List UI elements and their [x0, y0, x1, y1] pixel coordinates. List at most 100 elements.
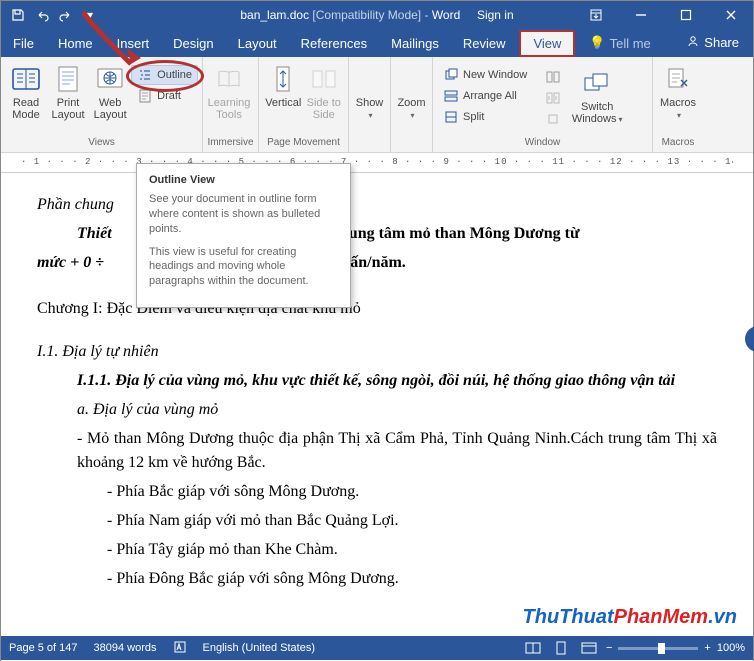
read-mode-button[interactable]: Read Mode: [5, 61, 47, 123]
ribbon: Read Mode Print Layout Web Layout Outlin…: [1, 57, 753, 153]
read-view-icon[interactable]: [522, 639, 544, 657]
switch-windows-button[interactable]: Switch Windows▾: [569, 65, 625, 127]
tab-review[interactable]: Review: [451, 30, 518, 57]
print-layout-button[interactable]: Print Layout: [47, 61, 89, 123]
tab-insert[interactable]: Insert: [105, 30, 162, 57]
close-icon[interactable]: [708, 1, 753, 29]
zoom-slider[interactable]: [618, 647, 698, 650]
status-right: − + 100%: [522, 639, 745, 657]
ribbon-options-icon[interactable]: [573, 1, 618, 29]
sign-in[interactable]: Sign in: [477, 8, 514, 22]
web-view-icon[interactable]: [578, 639, 600, 657]
doc-line: - Mỏ than Mông Dương thuộc địa phận Thị …: [37, 427, 717, 477]
doc-line: - Phía Nam giáp với mỏ than Bắc Quảng Lợ…: [37, 509, 717, 534]
chevron-down-icon: ▾: [618, 115, 622, 124]
qat-dropdown-icon[interactable]: ▾: [81, 6, 99, 24]
zoom-dropdown[interactable]: Zoom▾: [395, 61, 428, 123]
arrange-all-icon: [443, 88, 459, 104]
side-by-side-icon: [545, 69, 561, 85]
redo-icon[interactable]: [57, 6, 75, 24]
doc-line: I.1. Địa lý tự nhiên: [37, 340, 717, 365]
status-page[interactable]: Page 5 of 147: [9, 642, 78, 654]
tab-home[interactable]: Home: [46, 30, 105, 57]
split-button[interactable]: Split: [437, 107, 533, 127]
web-layout-icon: [94, 63, 126, 95]
group-views: Read Mode Print Layout Web Layout Outlin…: [1, 57, 203, 152]
doc-line: - Phía Bắc giáp với sông Mông Dương.: [37, 480, 717, 505]
print-view-icon[interactable]: [550, 639, 572, 657]
ruler[interactable]: · 1 · · · 2 · · · 3 · · · 4 · · · 5 · · …: [1, 153, 753, 173]
page: Phần chung Thiết khu trung tâm mỏ than M…: [1, 173, 753, 615]
zoom-out-icon[interactable]: −: [606, 642, 612, 654]
tooltip-title: Outline View: [149, 174, 338, 186]
arrange-all-button[interactable]: Arrange All: [437, 86, 533, 106]
macros-group-label: Macros: [653, 135, 703, 152]
side-to-side-button: Side to Side: [304, 61, 345, 123]
status-words[interactable]: 38094 words: [94, 642, 157, 654]
tab-file[interactable]: File: [1, 30, 46, 57]
views-group-label: Views: [1, 135, 202, 152]
chevron-down-icon: ▾: [410, 111, 414, 120]
status-lang[interactable]: English (United States): [203, 642, 316, 654]
outline-tooltip: Outline View See your document in outlin…: [136, 163, 351, 308]
tab-layout[interactable]: Layout: [226, 30, 289, 57]
new-window-button[interactable]: New Window: [437, 65, 533, 85]
reset-window-icon: [545, 111, 561, 127]
window-title: ban_lam.doc [Compatibility Mode] - Word …: [240, 8, 513, 22]
tab-references[interactable]: References: [289, 30, 379, 57]
macros-button[interactable]: Macros▾: [657, 61, 699, 123]
tab-tellme[interactable]: 💡Tell me: [577, 29, 662, 57]
chevron-down-icon: ▾: [368, 111, 372, 120]
zoom-in-icon[interactable]: +: [704, 642, 710, 654]
status-bar: Page 5 of 147 38094 words English (Unite…: [1, 636, 753, 660]
show-dropdown[interactable]: Show▾: [353, 61, 386, 123]
doc-line: - Phía Đông Bắc giáp với sông Mông Dương…: [37, 567, 717, 592]
tab-design[interactable]: Design: [161, 30, 225, 57]
vertical-icon: [267, 63, 299, 95]
view-side-by-side-button[interactable]: [539, 67, 567, 87]
save-icon[interactable]: [9, 6, 27, 24]
window-side-icons: [539, 67, 567, 129]
page-movement-group-label: Page Movement: [259, 135, 348, 152]
group-show: Show▾: [349, 57, 391, 152]
vertical-button[interactable]: Vertical: [263, 61, 304, 111]
web-layout-button[interactable]: Web Layout: [89, 61, 131, 123]
draft-icon: [137, 88, 153, 104]
group-page-movement: Vertical Side to Side Page Movement: [259, 57, 349, 152]
views-small-list: Outline Draft: [131, 65, 198, 106]
group-macros: Macros▾ Macros: [653, 57, 703, 152]
document-area[interactable]: Phần chung Thiết khu trung tâm mỏ than M…: [1, 173, 753, 661]
outline-icon: [137, 67, 153, 83]
outline-button[interactable]: Outline: [131, 65, 198, 85]
side-to-side-icon: [308, 63, 340, 95]
doc-line: a. Địa lý của vùng mỏ: [37, 398, 717, 423]
app-name: Word: [432, 8, 460, 22]
sync-scroll-button[interactable]: [539, 88, 567, 108]
tooltip-text: See your document in outline form where …: [149, 192, 338, 237]
chevron-down-icon: ▾: [677, 111, 681, 120]
tab-mailings[interactable]: Mailings: [379, 30, 451, 57]
minimize-icon[interactable]: [618, 1, 663, 29]
sync-scroll-icon: [545, 90, 561, 106]
doc-name: ban_lam.doc: [240, 8, 309, 22]
group-window: New Window Arrange All Split Switch Wind…: [433, 57, 653, 152]
group-immersive: Learning Tools Immersive: [203, 57, 259, 152]
doc-line: - Phía Tây giáp mỏ than Khe Chàm.: [37, 538, 717, 563]
draft-button[interactable]: Draft: [131, 86, 198, 106]
group-zoom: Zoom▾: [391, 57, 433, 152]
watermark: ThuThuatPhanMem.vn: [517, 603, 743, 632]
window-group-label: Window: [433, 135, 652, 152]
ruler-ticks: · 1 · · · 2 · · · 3 · · · 4 · · · 5 · · …: [21, 157, 733, 167]
tab-view[interactable]: View: [519, 30, 575, 57]
print-layout-icon: [52, 63, 84, 95]
reset-window-button[interactable]: [539, 109, 567, 129]
split-icon: [443, 109, 459, 125]
learning-tools-button: Learning Tools: [207, 61, 251, 123]
window-controls: [573, 1, 753, 29]
undo-icon[interactable]: [33, 6, 51, 24]
proofing-icon[interactable]: [173, 640, 187, 657]
maximize-icon[interactable]: [663, 1, 708, 29]
doc-line: I.1.1. Địa lý của vùng mỏ, khu vực thiết…: [37, 369, 717, 394]
status-zoom[interactable]: 100%: [717, 642, 745, 654]
tab-share[interactable]: Share: [674, 28, 753, 57]
